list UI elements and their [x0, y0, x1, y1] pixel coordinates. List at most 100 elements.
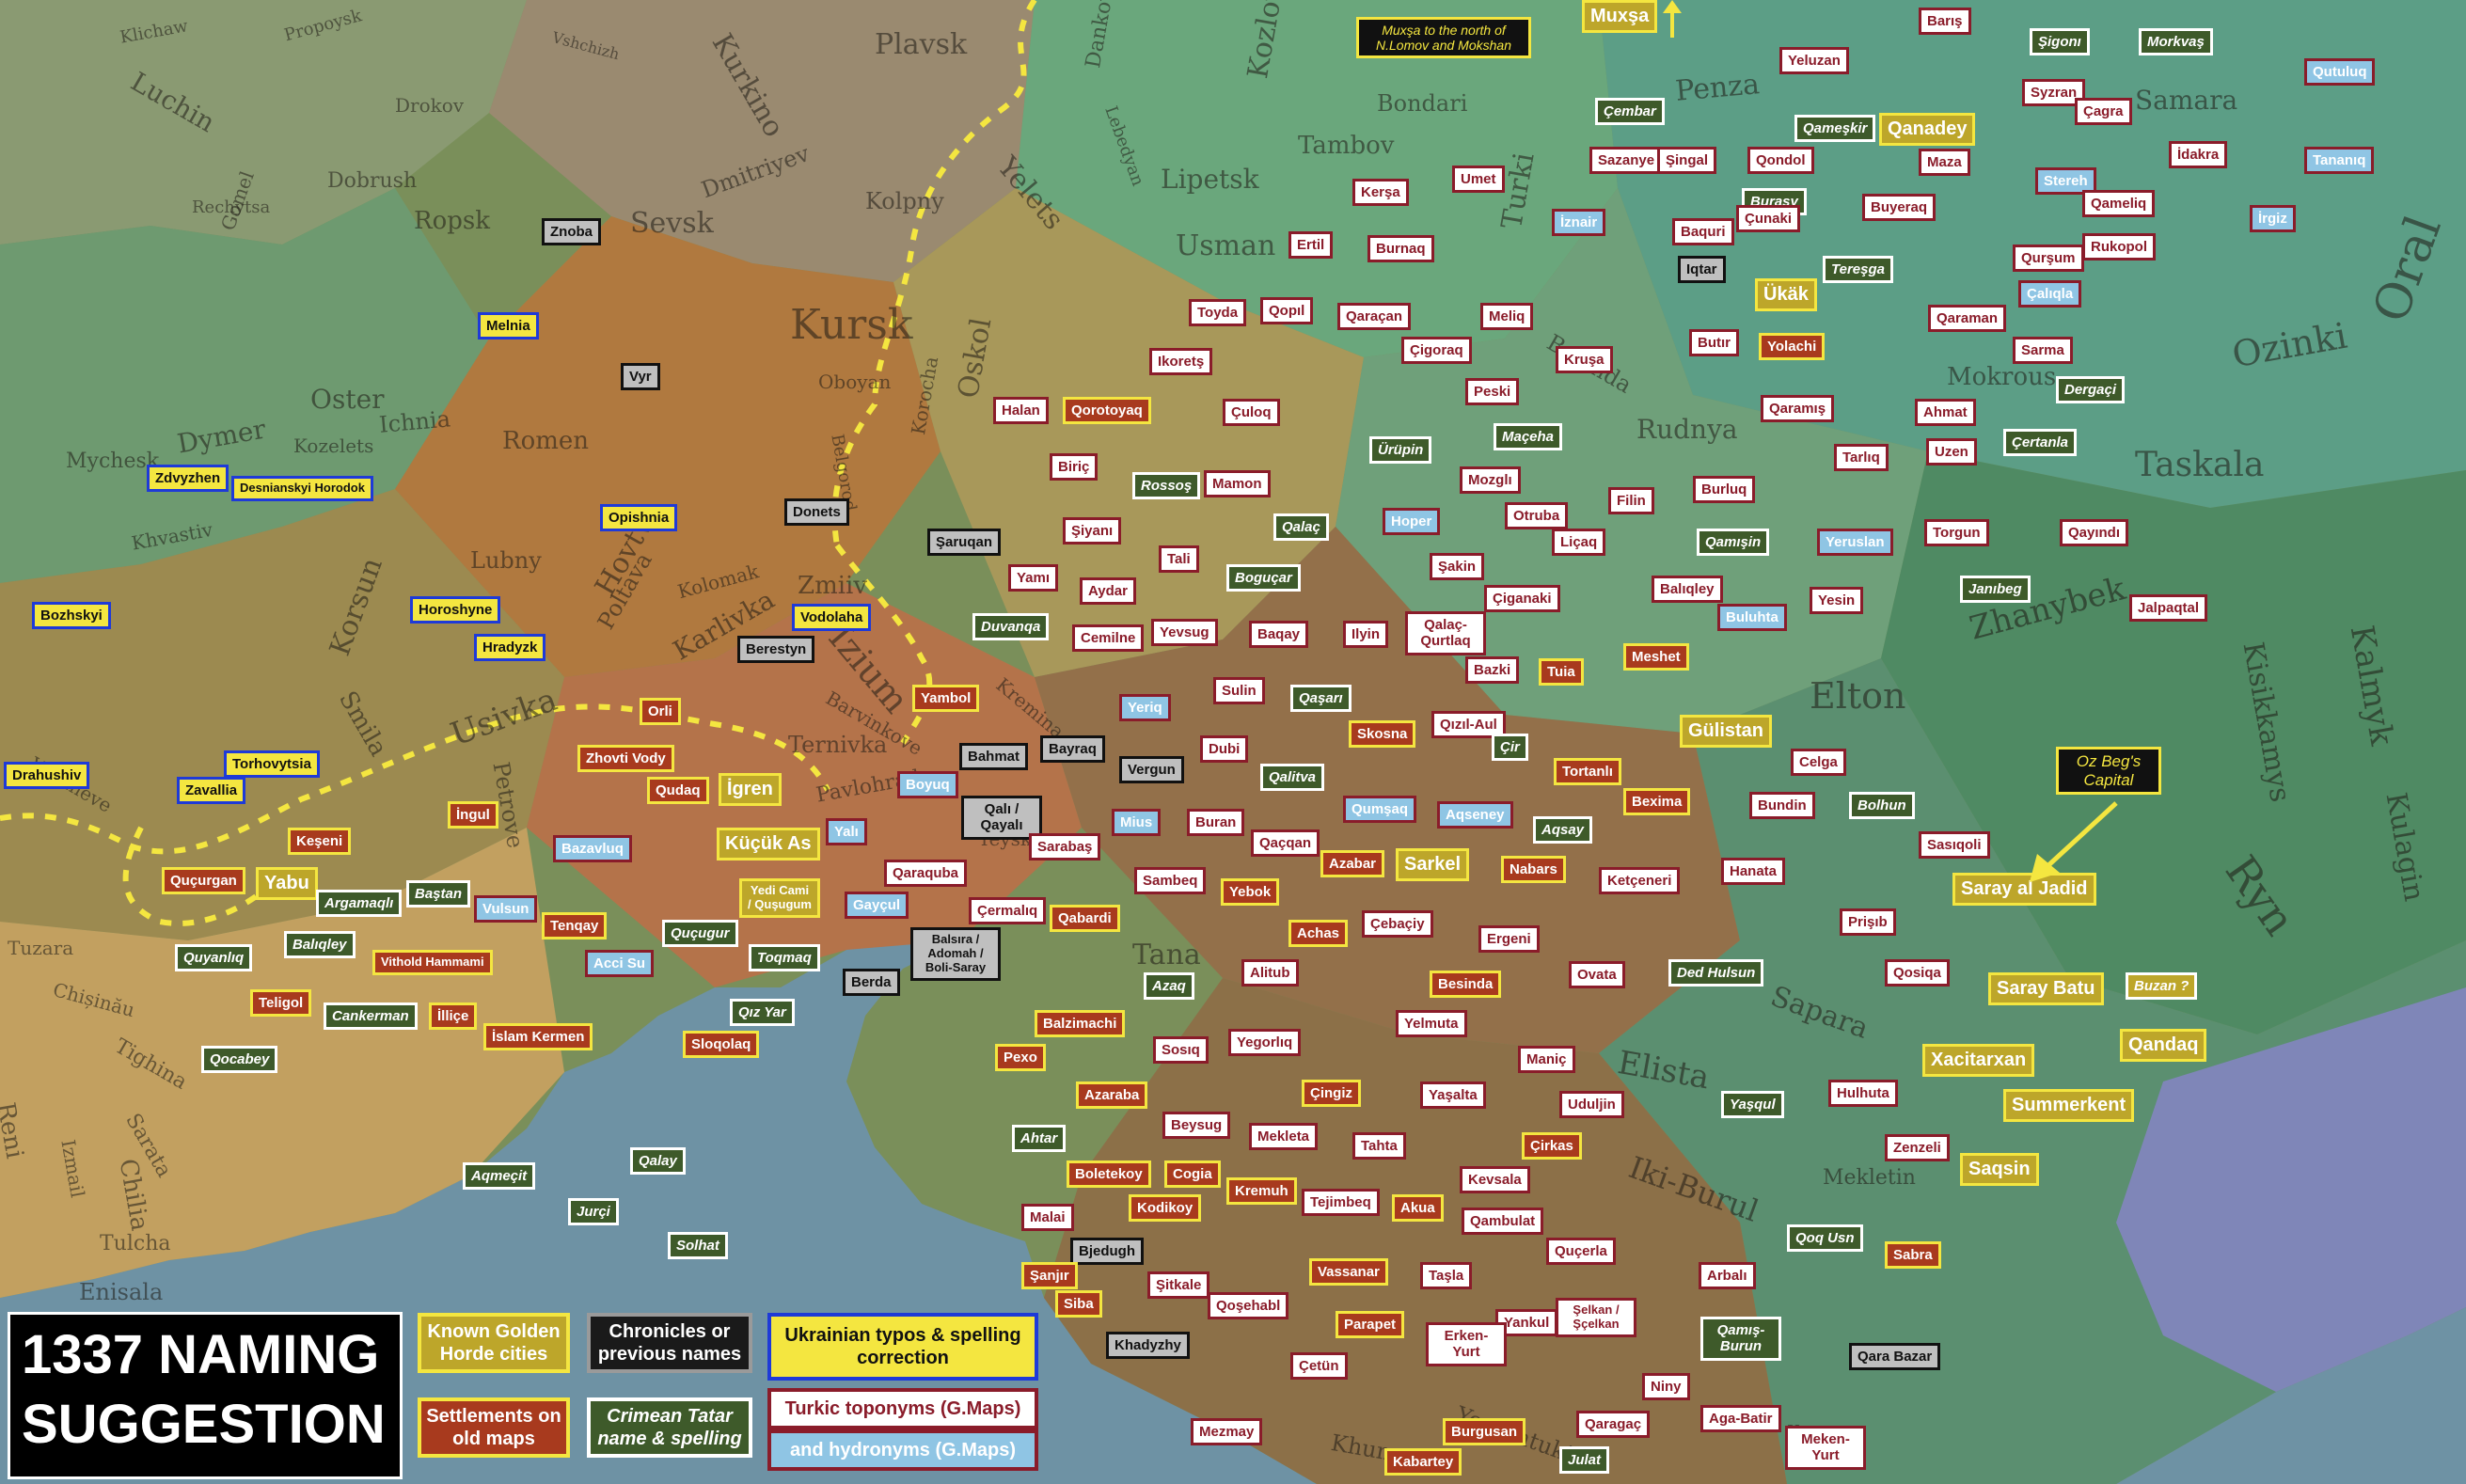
place-label[interactable]: Qurşum [2013, 245, 2084, 273]
place-label[interactable]: Saray Batu [1988, 972, 2104, 1005]
place-label[interactable]: Baqay [1249, 621, 1309, 649]
place-label[interactable]: Şitkale [1147, 1271, 1210, 1300]
place-label[interactable]: Vyr [621, 363, 660, 391]
place-label[interactable]: Malai [1021, 1204, 1074, 1232]
place-label[interactable]: Yamı [1008, 564, 1059, 592]
place-label[interactable]: Horoshyne [410, 596, 501, 624]
place-label[interactable]: Yesin [1810, 587, 1864, 615]
place-label[interactable]: Quyanlıq [175, 944, 253, 972]
place-label[interactable]: Rossoş [1132, 472, 1201, 500]
place-label[interactable]: Qosiqa [1885, 959, 1950, 987]
place-label[interactable]: Torgun [1924, 519, 1989, 547]
place-label[interactable]: Baştan [406, 880, 471, 908]
place-label[interactable]: Uzen [1926, 438, 1977, 466]
place-label[interactable]: Qayındı [2060, 519, 2129, 547]
place-label[interactable]: Teligol [250, 989, 312, 1018]
place-label[interactable]: Akua [1392, 1194, 1444, 1223]
place-label[interactable]: Yabu [256, 867, 318, 900]
place-label[interactable]: Çertanla [2003, 429, 2078, 457]
place-label[interactable]: Tananıq [2304, 147, 2375, 175]
place-label[interactable]: Mekleta [1249, 1123, 1319, 1151]
place-label[interactable]: Çetün [1290, 1352, 1348, 1381]
place-label[interactable]: Kabartey [1384, 1448, 1462, 1476]
place-label[interactable]: Acci Su [585, 950, 655, 978]
place-label[interactable]: Keşeni [288, 828, 352, 856]
place-label[interactable]: Şanjır [1021, 1262, 1078, 1290]
place-label[interactable]: Boletekoy [1067, 1160, 1151, 1189]
place-label[interactable]: Biriç [1050, 453, 1099, 482]
place-label[interactable]: Ovata [1569, 961, 1625, 989]
place-label[interactable]: Mamon [1204, 470, 1271, 498]
place-label[interactable]: Ergeni [1478, 925, 1540, 954]
place-label[interactable]: Ahmat [1915, 399, 1976, 427]
place-label[interactable]: Morkvaş [2139, 28, 2213, 56]
place-label[interactable]: Tahta [1352, 1132, 1406, 1160]
place-label[interactable]: Bozhskyi [32, 602, 111, 630]
place-label[interactable]: Rukopol [2082, 233, 2156, 261]
place-label[interactable]: Qudaq [647, 777, 709, 805]
place-label[interactable]: Çiganaki [1484, 585, 1560, 613]
place-label[interactable]: Arbalı [1699, 1262, 1756, 1290]
place-label[interactable]: Aqseney [1437, 801, 1513, 829]
place-label[interactable]: Qalaç [1273, 513, 1329, 542]
place-label[interactable]: Qopıl [1260, 297, 1314, 325]
place-label[interactable]: Kerşa [1352, 179, 1409, 207]
place-label[interactable]: Maniç [1518, 1046, 1575, 1074]
place-label[interactable]: Qalaç-Qurtlaq [1405, 611, 1486, 655]
place-label[interactable]: Bundin [1749, 792, 1815, 820]
place-label[interactable]: Toqmaq [749, 944, 820, 972]
place-label[interactable]: İznair [1552, 209, 1606, 237]
place-label[interactable]: İgren [719, 773, 782, 806]
place-label[interactable]: Gayçul [845, 892, 909, 920]
place-label[interactable]: Qocabey [201, 1046, 278, 1074]
place-label[interactable]: Drahushiv [4, 762, 90, 790]
place-label[interactable]: Çir [1492, 734, 1528, 762]
place-label[interactable]: Çagra [2075, 98, 2132, 126]
place-label[interactable]: Buran [1187, 809, 1245, 837]
place-label[interactable]: Vassanar [1309, 1258, 1388, 1287]
place-label[interactable]: Achas [1288, 920, 1349, 948]
place-label[interactable]: İslam Kermen [483, 1023, 593, 1051]
place-label[interactable]: Vodolaha [792, 604, 872, 632]
place-label[interactable]: Balzimachi [1035, 1010, 1126, 1038]
place-label[interactable]: Qanadey [1879, 113, 1976, 146]
place-label[interactable]: Yevsug [1151, 619, 1218, 647]
place-label[interactable]: Qalitva [1260, 764, 1325, 792]
place-label[interactable]: Zdvyzhen [147, 465, 229, 493]
place-label[interactable]: Quçurgan [162, 867, 245, 895]
place-label[interactable]: Burnaq [1367, 235, 1434, 263]
place-label[interactable]: Bexima [1623, 788, 1691, 816]
place-label[interactable]: Bazki [1465, 656, 1520, 685]
place-label[interactable]: Cemilne [1072, 624, 1145, 653]
place-label[interactable]: Barış [1919, 8, 1971, 36]
place-label[interactable]: Çuloq [1223, 399, 1280, 427]
place-label[interactable]: Qamışin [1697, 529, 1770, 557]
place-label[interactable]: Qaraman [1928, 305, 2007, 333]
place-label[interactable]: Çermalıq [969, 897, 1047, 925]
place-label[interactable]: Khadyzhy [1106, 1332, 1190, 1360]
place-label[interactable]: Hoper [1383, 508, 1441, 536]
place-label[interactable]: Yedi Cami / Quşugum [739, 878, 820, 918]
place-label[interactable]: Otruba [1505, 502, 1569, 530]
place-label[interactable]: Dergaçi [2056, 376, 2126, 404]
place-label[interactable]: Kodikoy [1129, 1194, 1202, 1223]
place-label[interactable]: Şigonı [2030, 28, 2090, 56]
place-label[interactable]: Peski [1465, 378, 1520, 406]
place-label[interactable]: Çingiz [1302, 1080, 1361, 1108]
place-label[interactable]: Yolachi [1759, 333, 1826, 361]
place-label[interactable]: Quçerla [1546, 1238, 1616, 1266]
place-label[interactable]: Summerkent [2003, 1089, 2135, 1122]
place-label[interactable]: Sloqolaq [683, 1031, 760, 1059]
place-label[interactable]: Ilyin [1343, 621, 1389, 649]
place-label[interactable]: Opishnia [600, 504, 678, 532]
place-label[interactable]: Qaçqan [1251, 829, 1320, 858]
place-label[interactable]: Prişıb [1840, 908, 1896, 937]
place-label[interactable]: Qabardi [1050, 905, 1120, 933]
place-label[interactable]: Ertil [1288, 231, 1334, 260]
place-label[interactable]: Vithold Hammami [372, 950, 493, 975]
place-label[interactable]: Yeluzan [1779, 47, 1849, 75]
place-label[interactable]: İlliçe [429, 1002, 478, 1031]
place-label[interactable]: Cogia [1164, 1160, 1221, 1189]
place-label[interactable]: Qamış-Burun [1700, 1317, 1781, 1361]
place-label[interactable]: Erken-Yurt [1426, 1322, 1507, 1366]
